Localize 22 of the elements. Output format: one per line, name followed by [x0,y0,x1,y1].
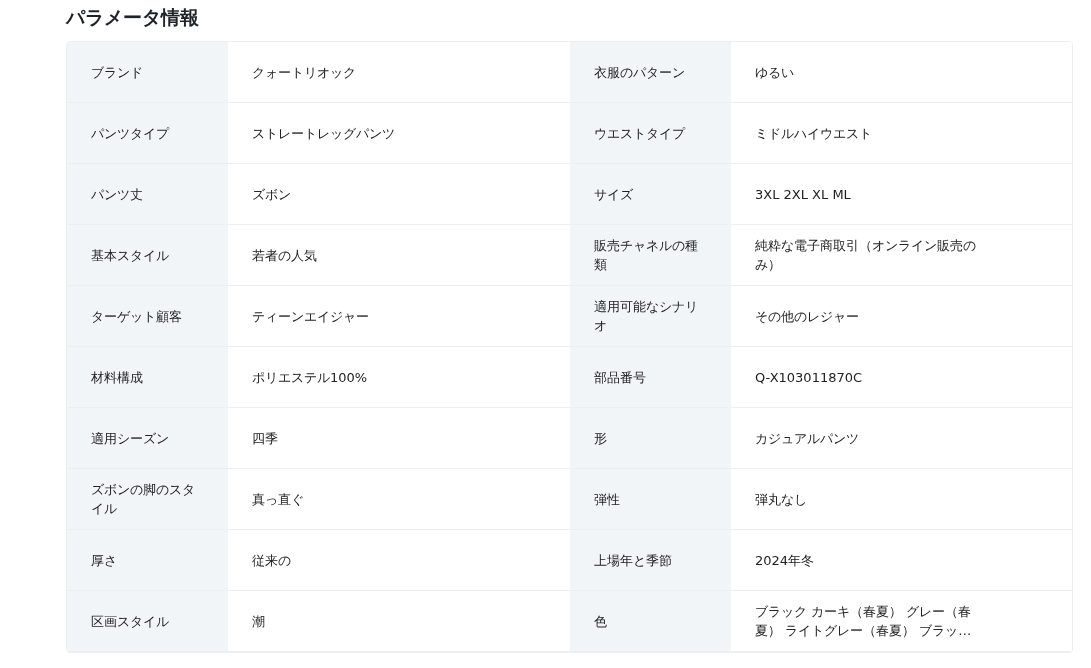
parameter-label: 弾性 [570,469,731,530]
parameter-label: 適用可能なシナリオ [570,286,731,347]
parameter-label: 基本スタイル [67,225,228,286]
parameter-label: ズボンの脚のスタイル [67,469,228,530]
parameter-label: 上場年と季節 [570,530,731,591]
parameter-label: 適用シーズン [67,408,228,469]
parameter-label: パンツ丈 [67,164,228,225]
parameter-label: 部品番号 [570,347,731,408]
parameter-label: 色 [570,591,731,652]
parameter-label: 厚さ [67,530,228,591]
parameter-label: 区画スタイル [67,591,228,652]
parameter-label: ターゲット顧客 [67,286,228,347]
parameter-label: ウエストタイプ [570,103,731,164]
parameter-label: パンツタイプ [67,103,228,164]
parameter-label: 形 [570,408,731,469]
parameter-label: サイズ [570,164,731,225]
parameter-label: ブランド [67,42,228,103]
parameter-label: 材料構成 [67,347,228,408]
parameter-label: 販売チャネルの種類 [570,225,731,286]
section-title: パラメータ情報 [66,5,200,30]
parameter-value: ゆるい [731,42,1072,103]
parameter-label: 衣服のパターン [570,42,731,103]
